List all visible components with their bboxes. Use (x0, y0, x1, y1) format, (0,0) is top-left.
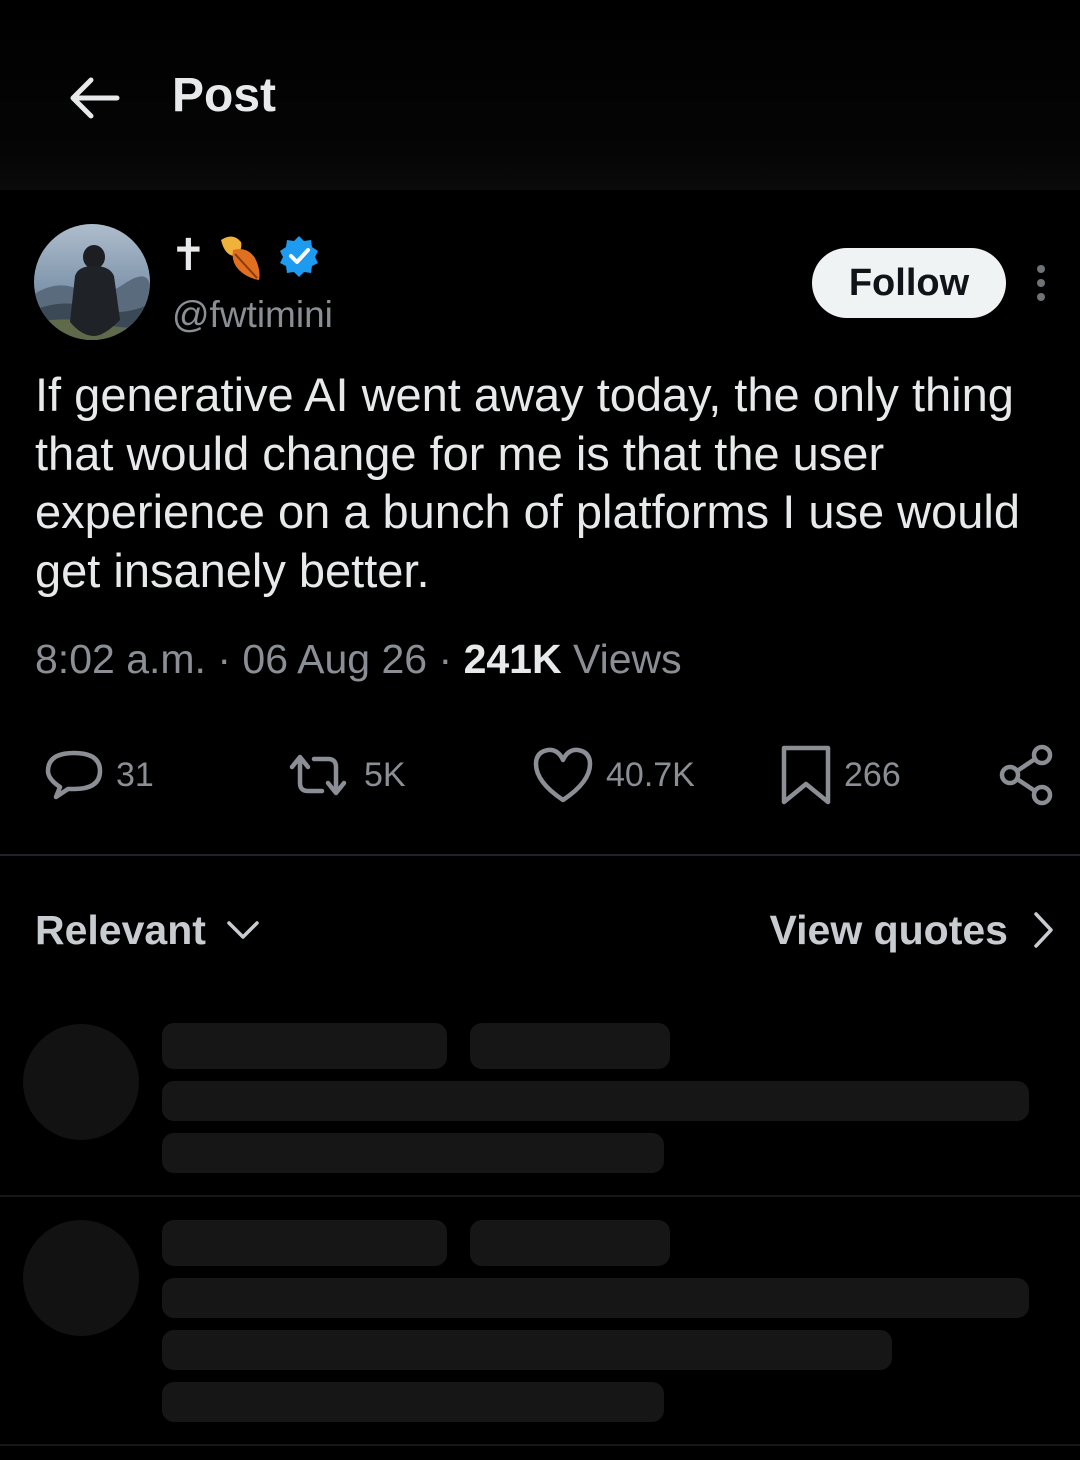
bookmark-icon (781, 745, 831, 805)
reply-count: 31 (116, 755, 154, 794)
user-handle[interactable]: @fwtimini (172, 294, 333, 336)
skeleton-line (162, 1220, 447, 1266)
skeleton-avatar (23, 1220, 139, 1336)
post-time: 8:02 a.m. (35, 636, 206, 682)
share-icon (999, 744, 1053, 806)
views-count[interactable]: 241K (464, 636, 562, 682)
fallen-leaf-icon (220, 236, 260, 280)
chevron-right-icon (1034, 912, 1053, 948)
avatar[interactable] (34, 224, 150, 340)
post-metadata: 8:02 a.m. · 06 Aug 26 · 241K Views (35, 636, 682, 683)
follow-button[interactable]: Follow (812, 248, 1006, 318)
skeleton-line (162, 1330, 892, 1370)
repost-count: 5K (364, 755, 406, 794)
action-bar: 31 5K 40.7K 266 (0, 740, 1080, 810)
post-text: If generative AI went away today, the on… (35, 368, 1020, 597)
views-label[interactable]: Views (573, 636, 682, 682)
divider (0, 1444, 1080, 1446)
display-name[interactable]: ✝ (170, 228, 321, 284)
divider (0, 854, 1080, 856)
skeleton-line (162, 1278, 1029, 1318)
like-count: 40.7K (606, 755, 695, 794)
meta-separator: · (438, 636, 453, 682)
skeleton-line (162, 1133, 664, 1173)
avatar-image (34, 224, 150, 340)
view-quotes-link[interactable]: View quotes (770, 900, 1054, 960)
top-bar: Post (0, 0, 1080, 190)
skeleton-line (470, 1220, 670, 1266)
bookmark-button[interactable]: 266 (778, 740, 901, 810)
sort-label: Relevant (35, 906, 206, 953)
more-options-button[interactable] (1026, 258, 1056, 308)
repost-icon (289, 754, 347, 796)
back-button[interactable] (60, 70, 126, 126)
divider (0, 1195, 1080, 1197)
bookmark-count: 266 (844, 755, 901, 794)
share-button[interactable] (996, 740, 1056, 810)
skeleton-line (162, 1382, 664, 1422)
view-quotes-label: View quotes (769, 906, 1008, 953)
post-date: 06 Aug 26 (242, 636, 428, 682)
skeleton-avatar (23, 1024, 139, 1140)
repost-button[interactable]: 5K (282, 740, 406, 810)
page-title: Post (172, 69, 277, 122)
skeleton-line (162, 1081, 1029, 1121)
skeleton-line (470, 1023, 670, 1069)
more-vertical-icon (1037, 265, 1045, 301)
skeleton-line (162, 1023, 447, 1069)
like-icon (533, 747, 593, 803)
meta-separator: · (217, 636, 231, 682)
verified-badge-icon (279, 236, 318, 277)
reply-icon (45, 750, 103, 800)
chevron-down-icon (227, 921, 259, 939)
reply-button[interactable]: 31 (42, 740, 154, 810)
sort-replies-dropdown[interactable]: Relevant (35, 900, 260, 960)
arrow-left-icon (70, 77, 120, 119)
display-name-text: ✝ (170, 231, 207, 280)
like-button[interactable]: 40.7K (530, 740, 695, 810)
